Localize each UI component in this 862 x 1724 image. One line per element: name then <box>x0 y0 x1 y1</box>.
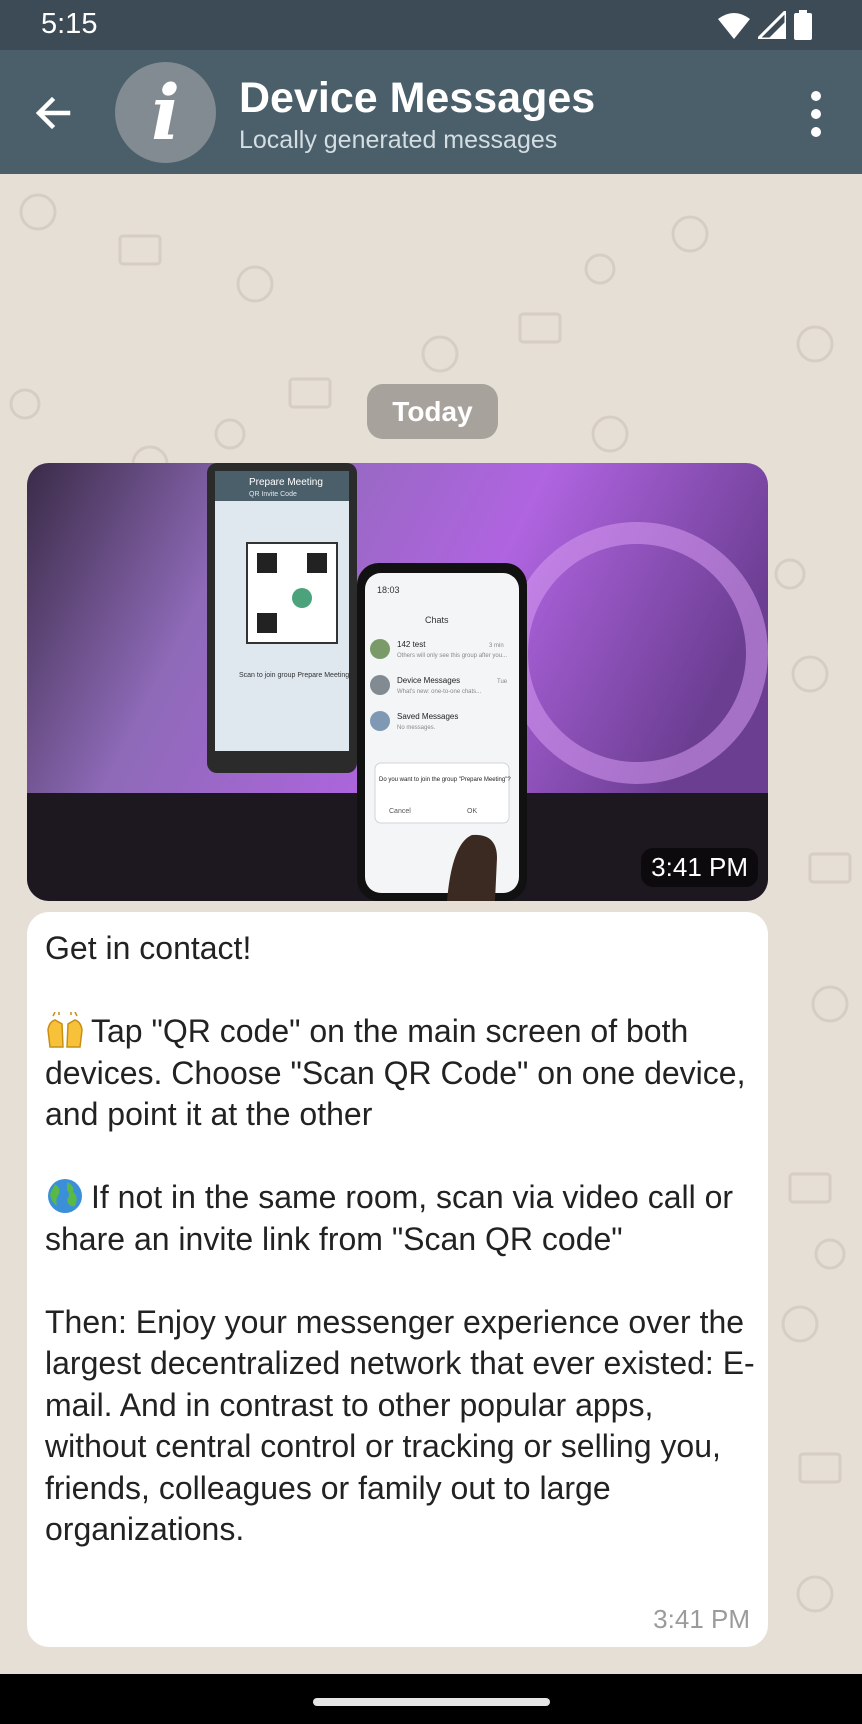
photo-chat-row-time: Tue <box>497 679 508 685</box>
globe-icon <box>48 1179 82 1213</box>
message-body: Get in contact! Tap "QR code" on the mai… <box>45 928 755 1551</box>
photo-chat-row-preview: Others will only see this group after yo… <box>397 653 507 659</box>
photo-chat-row-time: 3 min <box>489 643 504 649</box>
message-heading: Get in contact! <box>45 930 252 966</box>
photo-chat-row-name: Device Messages <box>397 676 460 685</box>
photo-left-subtitle: QR Invite Code <box>249 491 297 498</box>
message-paragraph-qr: Tap "QR code" on the main screen of both… <box>45 1011 755 1136</box>
message-paragraph-remote-text: If not in the same room, scan via video … <box>45 1179 734 1257</box>
raising-hands-icon <box>47 1012 83 1048</box>
date-separator: Today <box>367 384 498 439</box>
image-message-time: 3:41 PM <box>641 848 758 887</box>
battery-icon <box>794 10 812 40</box>
photo-right-title: Chats <box>425 615 449 625</box>
message-paragraph-remote: If not in the same room, scan via video … <box>45 1177 755 1260</box>
chat-header: i Device Messages Locally generated mess… <box>0 50 862 174</box>
status-bar: 5:15 <box>0 0 862 50</box>
back-button[interactable] <box>28 88 78 138</box>
photo-right-time: 18:03 <box>377 585 400 595</box>
wifi-icon <box>718 13 750 39</box>
status-time: 5:15 <box>41 8 98 40</box>
overflow-menu-button[interactable] <box>796 86 836 142</box>
photo-chat-row-name: Saved Messages <box>397 712 458 721</box>
photo-chat-row-preview: What's new: one-to-one chats... <box>397 689 482 695</box>
message-photo: Prepare Meeting QR Invite Code Scan to j… <box>27 463 768 901</box>
photo-dialog-ok: OK <box>467 808 477 815</box>
message-paragraph-then: Then: Enjoy your messenger experience ov… <box>45 1303 755 1548</box>
system-nav-bar <box>0 1674 862 1724</box>
message-paragraph-qr-text: Tap "QR code" on the main screen of both… <box>45 1013 746 1132</box>
text-message-time: 3:41 PM <box>653 1604 750 1634</box>
more-vert-icon <box>811 91 821 137</box>
photo-chat-row-preview: No messages. <box>397 725 436 731</box>
photo-left-title: Prepare Meeting <box>249 477 323 488</box>
photo-dialog-cancel: Cancel <box>389 808 411 815</box>
photo-left-caption: Scan to join group Prepare Meeting <box>239 672 349 679</box>
chat-avatar[interactable]: i <box>115 62 216 163</box>
signal-icon <box>758 11 786 39</box>
chat-title[interactable]: Device Messages <box>239 74 595 123</box>
home-gesture-handle[interactable] <box>313 1698 550 1706</box>
photo-chat-row-name: 142 test <box>397 640 426 649</box>
arrow-back-icon <box>35 96 71 130</box>
image-message[interactable]: Prepare Meeting QR Invite Code Scan to j… <box>27 463 768 901</box>
photo-dialog-text: Do you want to join the group "Prepare M… <box>379 777 511 783</box>
text-message[interactable]: Get in contact! Tap "QR code" on the mai… <box>27 912 768 1647</box>
chat-subtitle: Locally generated messages <box>239 126 558 154</box>
status-icons <box>718 10 812 40</box>
